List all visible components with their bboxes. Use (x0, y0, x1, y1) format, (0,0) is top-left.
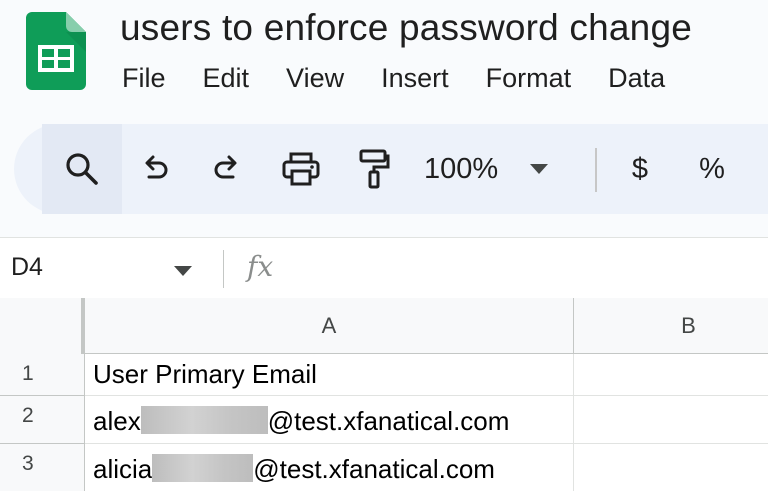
print-icon (281, 151, 321, 187)
menu-file[interactable]: File (122, 60, 166, 96)
paint-format-icon (358, 148, 390, 190)
select-all-corner[interactable] (0, 298, 85, 358)
email-domain: @test.xfanatical.com (267, 406, 510, 436)
redacted-block (152, 454, 254, 482)
zoom-value: 100% (424, 153, 499, 185)
dropdown-arrow-icon (530, 164, 549, 174)
undo-icon (139, 153, 171, 185)
column-header-b[interactable]: B (574, 298, 768, 354)
cell-text: User Primary Email (93, 359, 317, 389)
menu-view[interactable]: View (286, 60, 344, 96)
undo-button[interactable] (132, 124, 178, 214)
redacted-block (140, 406, 268, 434)
menu-format[interactable]: Format (486, 60, 572, 96)
document-title[interactable]: users to enforce password change (120, 6, 692, 50)
email-domain: @test.xfanatical.com (253, 454, 495, 484)
menu-bar: File Edit View Insert Format Data (122, 60, 702, 96)
redo-button[interactable] (204, 124, 250, 214)
sheets-logo-icon[interactable] (26, 12, 86, 90)
email-local-part: alex (93, 406, 141, 436)
row-header-3[interactable]: 3 (0, 444, 85, 491)
name-box-dropdown-icon[interactable] (174, 263, 192, 281)
menu-insert[interactable]: Insert (381, 60, 449, 96)
print-button[interactable] (276, 124, 326, 214)
menu-edit[interactable]: Edit (203, 60, 250, 96)
email-local-part: alicia (93, 454, 153, 484)
toolbar: 100% $ % (14, 124, 768, 214)
cell-a2[interactable]: alex @test.xfanatical.com (85, 396, 574, 444)
fx-icon: fx (247, 250, 274, 283)
percent-format-button[interactable]: % (692, 124, 732, 214)
formula-bar-divider (223, 250, 224, 288)
cell-b1[interactable] (574, 354, 768, 396)
currency-format-button[interactable]: $ (620, 124, 660, 214)
cell-b3[interactable] (574, 444, 768, 491)
cell-a1[interactable]: User Primary Email (85, 354, 574, 396)
search-menus-button[interactable] (42, 124, 122, 214)
row-header-1[interactable]: 1 (0, 354, 85, 396)
cell-reference: D4 (11, 253, 43, 281)
percent-label: % (699, 152, 725, 185)
column-header-a[interactable]: A (85, 298, 574, 354)
name-box[interactable]: D4 (0, 238, 208, 298)
formula-input[interactable] (300, 248, 760, 288)
menu-data[interactable]: Data (608, 60, 665, 96)
sheets-app: users to enforce password change File Ed… (0, 0, 768, 491)
search-icon (64, 151, 100, 187)
cell-a3[interactable]: alicia @test.xfanatical.com (85, 444, 574, 491)
spreadsheet-grid: A B 1 2 3 User Primary Email alex @test.x… (0, 298, 768, 491)
formula-bar: D4 fx (0, 237, 768, 299)
redo-icon (211, 153, 243, 185)
zoom-select[interactable]: 100% (424, 124, 564, 214)
row-header-2[interactable]: 2 (0, 396, 85, 444)
currency-label: $ (631, 152, 649, 185)
paint-format-button[interactable] (352, 124, 396, 214)
toolbar-divider (595, 148, 597, 192)
cell-b2[interactable] (574, 396, 768, 444)
